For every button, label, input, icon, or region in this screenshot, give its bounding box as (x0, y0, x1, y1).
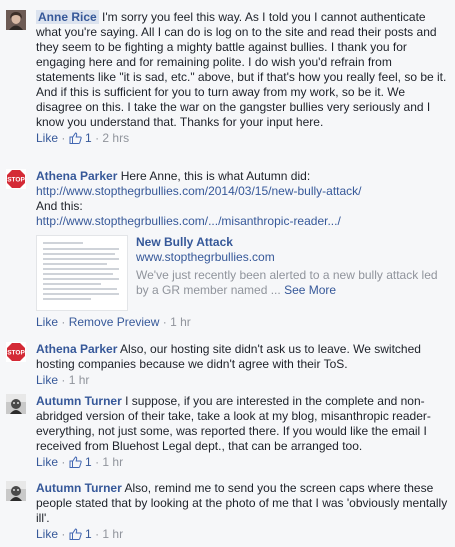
comment-actions: Like · 1 · 1 hr (36, 455, 449, 470)
separator: · (162, 315, 167, 329)
avatar-stop-text: STOP (7, 177, 25, 184)
timestamp[interactable]: 1 hr (170, 315, 191, 329)
avatar[interactable] (6, 10, 26, 30)
comment-actions: Like · 1 hr (36, 373, 449, 388)
link-preview[interactable]: New Bully Attack www.stopthegrbullies.co… (36, 235, 449, 311)
preview-description: We've just recently been alerted to a ne… (136, 268, 449, 298)
avatar[interactable]: STOP (6, 169, 26, 189)
remove-preview-link[interactable]: Remove Preview (69, 315, 160, 329)
like-link[interactable]: Like (36, 131, 58, 145)
comment-body: Autumn Turner I suppose, if you are inte… (36, 394, 449, 470)
preview-title[interactable]: New Bully Attack (136, 235, 449, 250)
comment-actions: Like · Remove Preview · 1 hr (36, 315, 449, 330)
like-link[interactable]: Like (36, 455, 58, 469)
comment-author[interactable]: Athena Parker (36, 342, 117, 356)
comment-actions: Like · 1 · 1 hr (36, 527, 449, 542)
comment-author[interactable]: Athena Parker (36, 169, 117, 183)
avatar[interactable]: STOP (6, 342, 26, 362)
separator: · (61, 131, 66, 145)
comment-content: Athena Parker Also, our hosting site did… (36, 342, 449, 372)
avatar-stop-text: STOP (7, 350, 25, 357)
comment-content: Athena Parker Here Anne, this is what Au… (36, 169, 449, 184)
timestamp[interactable]: 1 hr (69, 373, 90, 387)
preview-thumbnail[interactable] (36, 235, 128, 311)
preview-text: New Bully Attack www.stopthegrbullies.co… (136, 235, 449, 298)
comment-body: Anne Rice I'm sorry you feel this way. A… (36, 10, 449, 146)
separator: · (61, 455, 66, 469)
comment-body: Autumn Turner Also, remind me to send yo… (36, 481, 449, 542)
like-link[interactable]: Like (36, 315, 58, 329)
separator: · (95, 455, 100, 469)
comment-text: I'm sorry you feel this way. As I told y… (36, 10, 447, 129)
timestamp[interactable]: 1 hr (102, 455, 123, 469)
like-count[interactable]: 1 (85, 131, 92, 145)
see-more-link[interactable]: See More (284, 283, 336, 297)
comment-author[interactable]: Anne Rice (36, 10, 99, 24)
avatar[interactable] (6, 481, 26, 501)
comment-text: Here Anne, this is what Autumn did: (120, 169, 311, 183)
comment-content: Autumn Turner I suppose, if you are inte… (36, 394, 449, 454)
comment-link[interactable]: http://www.stopthegrbullies.com/.../misa… (36, 214, 341, 228)
separator: · (95, 527, 100, 541)
like-count-icon[interactable] (69, 456, 82, 468)
timestamp[interactable]: 1 hr (102, 527, 123, 541)
comment-author[interactable]: Autumn Turner (36, 394, 122, 408)
like-count[interactable]: 1 (85, 527, 92, 541)
separator: · (95, 131, 100, 145)
timestamp[interactable]: 2 hrs (102, 131, 129, 145)
separator: · (61, 373, 66, 387)
comment-text: And this: (36, 199, 83, 213)
comment-body: Athena Parker Also, our hosting site did… (36, 342, 449, 388)
comment-actions: Like · 1 · 2 hrs (36, 131, 449, 146)
like-count-icon[interactable] (69, 528, 82, 540)
like-link[interactable]: Like (36, 527, 58, 541)
avatar[interactable] (6, 394, 26, 414)
comment-body: Athena Parker Here Anne, this is what Au… (36, 169, 449, 330)
comment-link[interactable]: http://www.stopthegrbullies.com/2014/03/… (36, 184, 362, 198)
comment-author[interactable]: Autumn Turner (36, 481, 122, 495)
comment-content: Autumn Turner Also, remind me to send yo… (36, 481, 449, 526)
like-link[interactable]: Like (36, 373, 58, 387)
comment-thread: Anne Rice I'm sorry you feel this way. A… (0, 0, 455, 547)
preview-domain[interactable]: www.stopthegrbullies.com (136, 250, 449, 265)
like-count[interactable]: 1 (85, 455, 92, 469)
comment-content: Anne Rice I'm sorry you feel this way. A… (36, 10, 449, 130)
separator: · (61, 527, 66, 541)
separator: · (61, 315, 66, 329)
like-count-icon[interactable] (69, 132, 82, 144)
